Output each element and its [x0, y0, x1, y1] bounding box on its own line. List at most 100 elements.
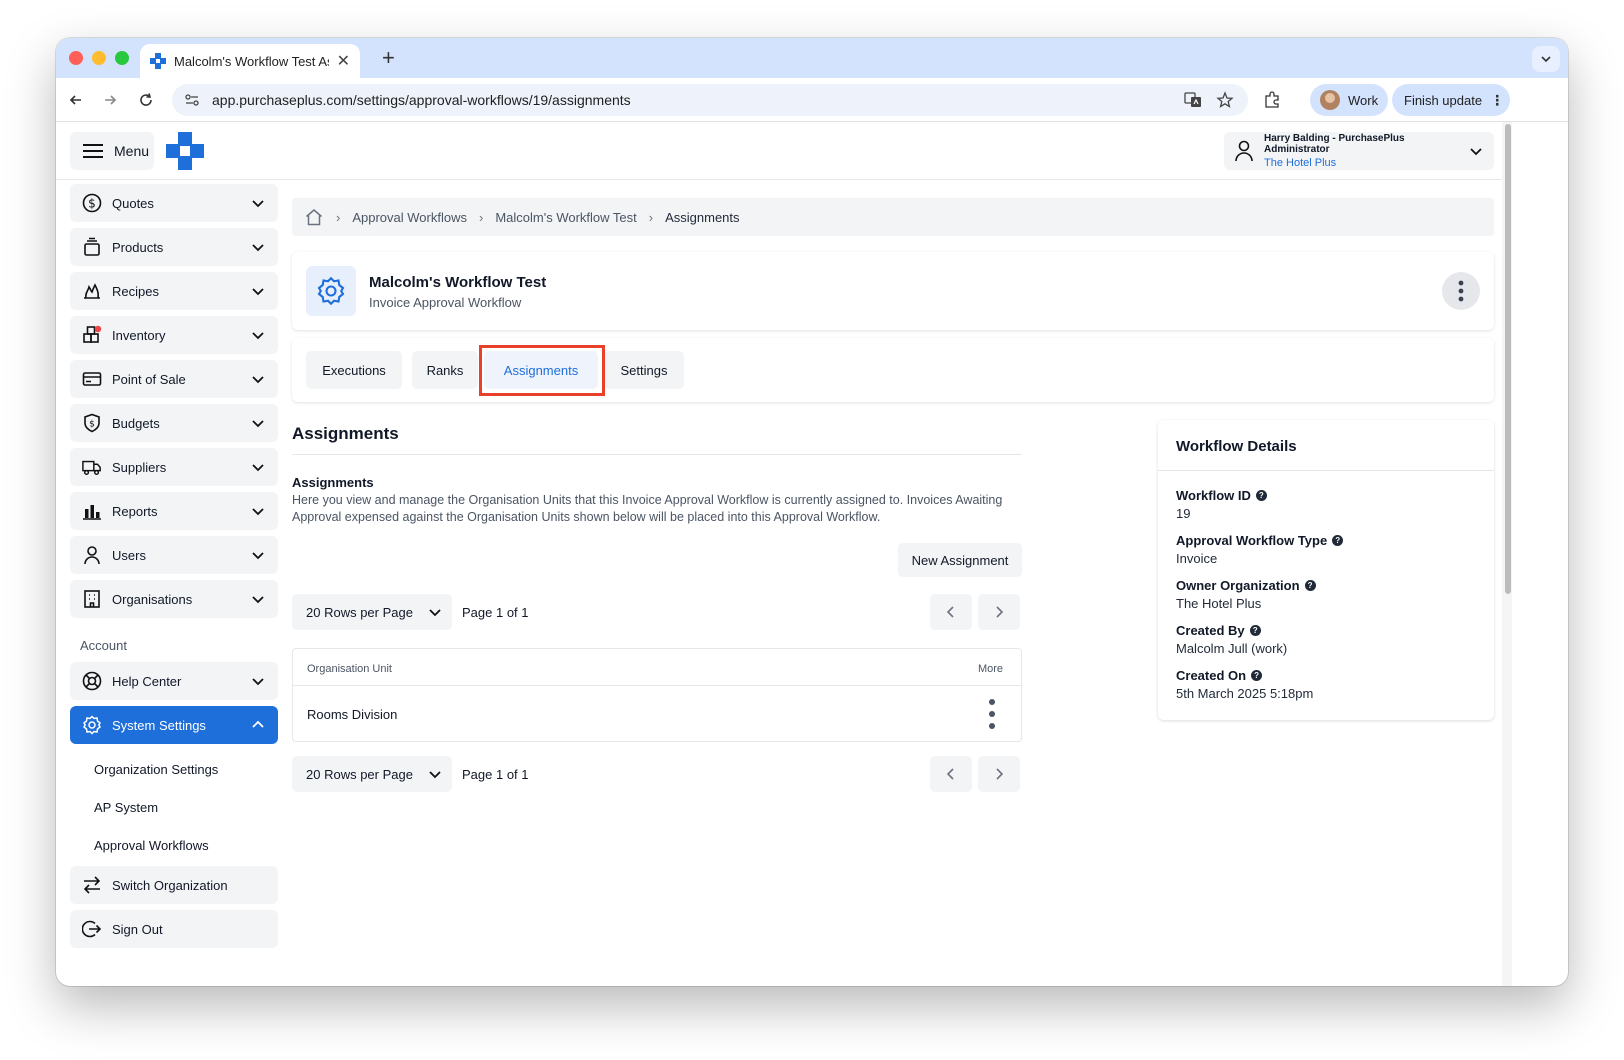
site-settings-icon[interactable] — [184, 92, 200, 108]
reload-icon — [140, 93, 152, 106]
chevron-down-icon — [252, 464, 264, 472]
minimize-window-button[interactable] — [92, 51, 106, 65]
chevron-down-icon — [1470, 148, 1482, 156]
close-window-button[interactable] — [69, 51, 83, 65]
page-scrollbar-thumb[interactable] — [1505, 124, 1511, 594]
detail-value: 5th March 2025 5:18pm — [1176, 686, 1314, 701]
new-assignment-button[interactable]: New Assignment — [898, 543, 1022, 577]
profile-chip[interactable]: Work — [1310, 84, 1388, 116]
table-row: Rooms Division — [307, 707, 398, 722]
sidebar-subitem-ap-system[interactable]: AP System — [94, 800, 158, 815]
finish-update-button[interactable]: Finish update ⋮ — [1392, 84, 1510, 116]
arrow-left-icon — [69, 95, 81, 105]
breadcrumb-approval-workflows[interactable]: Approval Workflows — [352, 210, 467, 225]
help-icon[interactable]: ? — [1251, 670, 1263, 681]
sidebar-item-organisations[interactable]: Organisations — [70, 580, 278, 618]
next-page-button[interactable] — [978, 594, 1020, 630]
breadcrumb-workflow[interactable]: Malcolm's Workflow Test — [495, 210, 636, 225]
sidebar-item-inventory[interactable]: Inventory — [70, 316, 278, 354]
sidebar-item-switch-organization[interactable]: Switch Organization — [70, 866, 278, 904]
help-icon[interactable]: ? — [1304, 580, 1316, 591]
purchaseplus-logo-icon[interactable] — [166, 132, 204, 170]
user-name: Harry Balding - PurchasePlus Administrat… — [1264, 133, 1405, 155]
sidebar-item-help-center[interactable]: Help Center — [70, 662, 278, 700]
rows-per-page-label: 20 Rows per Page — [306, 766, 413, 782]
sidebar-item-label: Help Center — [112, 673, 182, 689]
sidebar-item-label: Point of Sale — [112, 371, 186, 387]
chevron-right-icon — [996, 768, 1004, 780]
more-options-button[interactable] — [1442, 272, 1480, 310]
sidebar-item-products[interactable]: Products — [70, 228, 278, 266]
truck-icon — [82, 457, 102, 477]
sidebar-item-label: Users — [112, 547, 146, 563]
forward-button[interactable] — [98, 88, 122, 112]
sidebar-item-recipes[interactable]: Recipes — [70, 272, 278, 310]
chevron-down-icon — [252, 508, 264, 516]
description-title: Assignments — [292, 475, 374, 490]
switch-arrows-icon — [82, 875, 102, 895]
sidebar-item-reports[interactable]: Reports — [70, 492, 278, 530]
tab-ranks[interactable]: Ranks — [412, 351, 478, 389]
sidebar-item-quotes[interactable]: $ Quotes — [70, 184, 278, 222]
sidebar-item-label: Budgets — [112, 415, 160, 431]
page-title: Malcolm's Workflow Test — [369, 274, 547, 291]
sidebar-item-system-settings[interactable]: System Settings — [70, 706, 278, 744]
gear-icon — [82, 715, 102, 735]
user-icon — [1235, 140, 1253, 162]
app-header: Menu Harry Balding - PurchasePlus Admini… — [56, 122, 1502, 180]
rows-per-page-select-bottom[interactable]: 20 Rows per Page — [292, 756, 452, 792]
detail-label: Approval Workflow Type — [1176, 533, 1328, 548]
menu-button[interactable]: Menu — [70, 132, 154, 170]
detail-label: Created By — [1176, 623, 1245, 638]
address-bar[interactable]: app.purchaseplus.com/settings/approval-w… — [172, 84, 1248, 116]
tab-executions[interactable]: Executions — [306, 351, 402, 389]
maximize-window-button[interactable] — [115, 51, 129, 65]
rows-per-page-select[interactable]: 20 Rows per Page — [292, 594, 452, 630]
browser-tab[interactable]: Malcolm's Workflow Test Ass ✕ — [140, 44, 360, 78]
previous-page-button-bottom[interactable] — [930, 756, 972, 792]
next-page-button-bottom[interactable] — [978, 756, 1020, 792]
bookmark-star-icon[interactable] — [1216, 91, 1234, 109]
row-kebab-icon[interactable] — [987, 697, 997, 731]
help-icon[interactable]: ? — [1332, 535, 1344, 546]
browser-window: Malcolm's Workflow Test Ass ✕ + app.purc… — [56, 38, 1568, 986]
breadcrumb-current: Assignments — [665, 209, 740, 225]
dollar-icon: $ — [82, 193, 102, 213]
breadcrumb-separator-icon: › — [478, 209, 484, 225]
detail-value: The Hotel Plus — [1176, 596, 1262, 611]
sidebar-item-sign-out[interactable]: Sign Out — [70, 910, 278, 948]
sidebar-subitem-approval-workflows[interactable]: Approval Workflows — [94, 838, 209, 853]
page-info-bottom: Page 1 of 1 — [462, 767, 529, 782]
chevron-down-icon — [252, 420, 264, 428]
chevron-down-icon — [252, 332, 264, 340]
workflow-details-card: Workflow Details Workflow ID? 19 Approva… — [1158, 420, 1494, 720]
reload-button[interactable] — [134, 88, 158, 112]
sidebar-item-suppliers[interactable]: Suppliers — [70, 448, 278, 486]
column-header-more: More — [977, 663, 1003, 675]
help-icon[interactable]: ? — [1255, 490, 1267, 501]
sidebar-item-point-of-sale[interactable]: Point of Sale — [70, 360, 278, 398]
chevron-down-icon — [252, 596, 264, 604]
tab-settings[interactable]: Settings — [604, 351, 684, 389]
breadcrumb-separator-icon: › — [648, 209, 654, 225]
sidebar-item-budgets[interactable]: $ Budgets — [70, 404, 278, 442]
tab-search-button[interactable] — [1532, 46, 1560, 72]
sidebar-item-users[interactable]: Users — [70, 536, 278, 574]
detail-workflow-id: Workflow ID? 19 — [1176, 488, 1267, 521]
new-tab-icon[interactable]: + — [382, 46, 395, 70]
close-tab-icon[interactable]: ✕ — [337, 51, 350, 71]
back-button[interactable] — [64, 88, 88, 112]
help-icon[interactable]: ? — [1249, 625, 1261, 636]
previous-page-button[interactable] — [930, 594, 972, 630]
workflow-title-card: Malcolm's Workflow Test Invoice Approval… — [292, 252, 1494, 330]
sidebar-item-label: Quotes — [112, 195, 154, 211]
browser-menu-icon[interactable]: ⋮ — [1490, 92, 1504, 109]
home-icon[interactable] — [304, 207, 324, 227]
user-account-menu[interactable]: Harry Balding - PurchasePlus Administrat… — [1224, 132, 1494, 170]
extensions-button[interactable] — [1260, 88, 1284, 112]
translate-icon[interactable] — [1184, 91, 1202, 109]
detail-owner-organization: Owner Organization? The Hotel Plus — [1176, 578, 1316, 611]
gear-icon — [306, 266, 356, 316]
flame-icon — [82, 281, 102, 301]
sidebar-subitem-organization-settings[interactable]: Organization Settings — [94, 762, 218, 777]
